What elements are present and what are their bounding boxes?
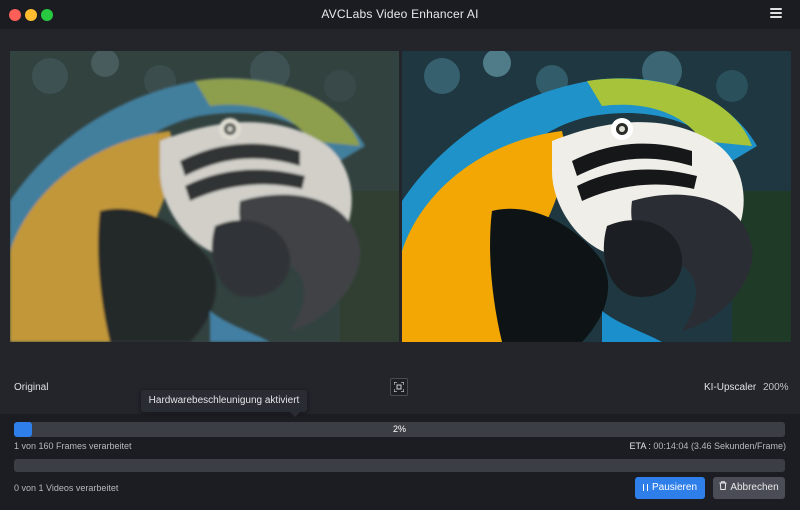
trash-icon [719, 477, 727, 499]
hardware-acceleration-tooltip: Hardwarebeschleunigung aktiviert [141, 390, 307, 412]
eta-label: ETA : [629, 441, 651, 451]
original-label: Original [14, 382, 49, 393]
tooltip-arrow [290, 412, 300, 417]
eta-value: 00:14:04 (3.46 Sekunden/Frame) [653, 441, 786, 451]
hamburger-menu-icon[interactable] [770, 8, 782, 19]
scale-value: 200% [763, 382, 789, 393]
parrot-enhanced-image [402, 51, 791, 342]
upscaler-label: KI-Upscaler [704, 382, 757, 393]
videos-processed-text: 0 von 1 Videos verarbeitet [14, 483, 119, 493]
compare-view-icon [394, 382, 404, 392]
parrot-original-image [10, 51, 399, 342]
frame-progress-percent: 2% [392, 424, 406, 434]
enhanced-preview [402, 51, 791, 342]
original-preview [10, 51, 399, 342]
cancel-button-label: Abbrechen [730, 482, 779, 493]
pause-icon [642, 484, 648, 491]
app-title: AVCLabs Video Enhancer AI [321, 7, 479, 21]
pause-button[interactable]: Pausieren [635, 477, 705, 499]
title-bar: AVCLabs Video Enhancer AI [0, 0, 800, 29]
cancel-button[interactable]: Abbrechen [713, 477, 785, 499]
frames-processed-text: 1 von 160 Frames verarbeitet [14, 441, 132, 451]
video-progress-bar [14, 459, 785, 472]
compare-view-button[interactable] [390, 378, 408, 396]
pause-button-label: Pausieren [651, 482, 698, 493]
eta-text: ETA : 00:14:04 (3.46 Sekunden/Frame) [630, 441, 786, 451]
